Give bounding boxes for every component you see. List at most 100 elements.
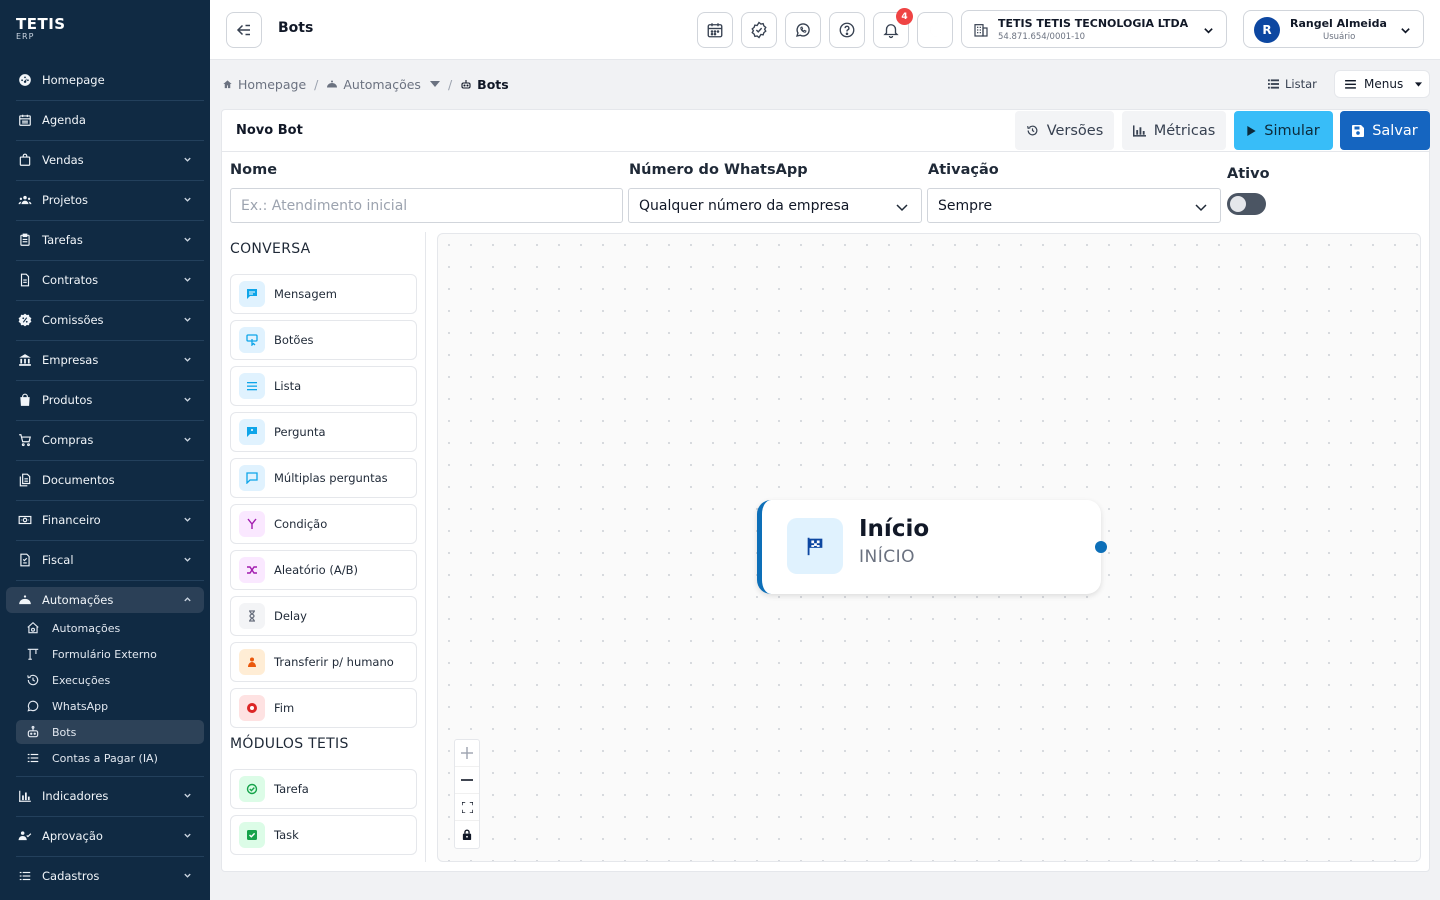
chart-icon	[18, 789, 32, 803]
help-button[interactable]	[829, 12, 865, 48]
files-icon	[18, 473, 32, 487]
active-toggle[interactable]	[1227, 193, 1266, 215]
chevron-down-icon	[184, 197, 191, 202]
name-input[interactable]: Ex.: Atendimento inicial	[230, 188, 623, 223]
chevron-down-icon	[184, 517, 191, 522]
list-icon	[239, 373, 265, 399]
versions-button[interactable]: Versões	[1015, 111, 1114, 150]
sidebar-divider	[16, 500, 204, 501]
metrics-label: Métricas	[1153, 122, 1216, 139]
approvals-button[interactable]	[741, 12, 777, 48]
bank-icon	[18, 353, 32, 367]
collapse-sidebar-button[interactable]	[226, 12, 262, 48]
sidebar-item-comissoes[interactable]: Comissões	[6, 307, 204, 333]
simulate-button[interactable]: Simular	[1234, 111, 1333, 150]
caret-down-icon	[1415, 81, 1423, 87]
lock-button[interactable]	[455, 821, 479, 848]
robot-icon	[18, 593, 32, 607]
sidebar-item-label: Homepage	[42, 73, 105, 87]
palette-item-aleatorio-a-b[interactable]: Aleatório (A/B)	[230, 550, 417, 590]
save-label: Salvar	[1372, 122, 1418, 139]
palette-item-transferir-p-humano[interactable]: Transferir p/ humano	[230, 642, 417, 682]
page-footer-strip	[210, 890, 1440, 900]
sidebar-item-documentos[interactable]: Documentos	[6, 467, 204, 493]
sidebar-item-compras[interactable]: Compras	[6, 427, 204, 453]
sidebar-item-homepage[interactable]: Homepage	[6, 67, 204, 93]
sidebar-item-tarefas[interactable]: Tarefas	[6, 227, 204, 253]
breadcrumb-home[interactable]: Homepage	[222, 77, 306, 92]
sidebar-item-automacoes[interactable]: Automações	[6, 587, 204, 613]
sidebar-item-financeiro[interactable]: Financeiro	[6, 507, 204, 533]
node-subtitle: INÍCIO	[859, 547, 916, 567]
metrics-button[interactable]: Métricas	[1122, 111, 1226, 150]
breadcrumb-separator: /	[314, 76, 319, 92]
sidebar-item-aprovacao[interactable]: Aprovação	[6, 823, 204, 849]
chevron-down-icon	[1195, 204, 1207, 212]
sidebar-subitem-execucoes[interactable]: Execuções	[16, 668, 204, 692]
sidebar-item-empresas[interactable]: Empresas	[6, 347, 204, 373]
breadcrumb-separator: /	[447, 76, 453, 92]
listar-button[interactable]: Listar	[1262, 72, 1326, 96]
form-icon	[26, 647, 40, 661]
sidebar-item-label: Fiscal	[42, 553, 74, 567]
users-icon	[18, 193, 32, 207]
theme-toggle-button[interactable]	[917, 12, 953, 48]
palette-item-pergunta[interactable]: Pergunta	[230, 412, 417, 452]
zoom-out-button[interactable]	[455, 767, 479, 794]
activation-select[interactable]: Sempre	[927, 188, 1221, 223]
company-selector[interactable]: TETIS TETIS TECNOLOGIA LTDA 54.871.654/0…	[961, 10, 1227, 48]
sidebar-item-fiscal[interactable]: Fiscal	[6, 547, 204, 573]
palette-item-task[interactable]: Task	[230, 815, 417, 855]
card-header: Novo Bot Versões Métricas Simular Salvar	[222, 110, 1430, 152]
sidebar-item-projetos[interactable]: Projetos	[6, 187, 204, 213]
sidebar-item-agenda[interactable]: Agenda	[6, 107, 204, 133]
user-menu[interactable]: R Rangel Almeida Usuário	[1243, 10, 1424, 48]
bar-chart-icon	[1132, 124, 1146, 137]
node-output-handle[interactable]	[1095, 541, 1107, 553]
breadcrumb-current: Bots	[460, 77, 509, 92]
chevron-down-icon	[1401, 28, 1410, 34]
sidebar-item-produtos[interactable]: Produtos	[6, 387, 204, 413]
palette-item-botoes[interactable]: Botões	[230, 320, 417, 360]
box-icon	[18, 393, 32, 407]
whatsapp-number-select[interactable]: Qualquer número da empresa	[628, 188, 922, 223]
sidebar-item-cadastros[interactable]: Cadastros	[6, 863, 204, 889]
palette-item-delay[interactable]: Delay	[230, 596, 417, 636]
palette-item-mensagem[interactable]: Mensagem	[230, 274, 417, 314]
save-button[interactable]: Salvar	[1340, 111, 1430, 150]
sidebar-item-indicadores[interactable]: Indicadores	[6, 783, 204, 809]
brand-logo[interactable]: TETIS ERP	[0, 0, 210, 60]
calendar-icon	[707, 23, 723, 38]
sidebar-subitem-contas-a-pagar-ia[interactable]: Contas a Pagar (IA)	[16, 746, 204, 770]
sidebar-subitem-formulario-externo[interactable]: Formulário Externo	[16, 642, 204, 666]
breadcrumb-automacoes[interactable]: Automações	[326, 77, 440, 92]
flow-canvas[interactable]: Início INÍCIO	[437, 233, 1421, 862]
palette-item-condicao[interactable]: Condição	[230, 504, 417, 544]
start-node[interactable]: Início INÍCIO	[757, 500, 1107, 594]
palette-item-lista[interactable]: Lista	[230, 366, 417, 406]
sidebar-divider	[16, 776, 204, 777]
user-role: Usuário	[1323, 32, 1356, 42]
simulate-label: Simular	[1264, 122, 1320, 139]
whatsapp-button[interactable]	[785, 12, 821, 48]
palette-item-fim[interactable]: Fim	[230, 688, 417, 728]
sidebar-subitem-whatsapp[interactable]: WhatsApp	[16, 694, 204, 718]
zoom-in-button[interactable]	[455, 740, 479, 767]
chevron-down-icon	[184, 277, 191, 282]
palette-item-tarefa[interactable]: Tarefa	[230, 769, 417, 809]
calendar-button[interactable]	[697, 12, 733, 48]
sidebar-item-contratos[interactable]: Contratos	[6, 267, 204, 293]
sidebar-subitem-label: WhatsApp	[52, 699, 109, 713]
check-square-icon	[239, 822, 265, 848]
sidebar-subitem-automacoes[interactable]: Automações	[16, 616, 204, 640]
sidebar-item-vendas[interactable]: Vendas	[6, 147, 204, 173]
sidebar-subitem-bots[interactable]: Bots	[16, 720, 204, 744]
menus-button[interactable]: Menus	[1334, 70, 1430, 98]
person-icon	[239, 649, 265, 675]
notifications-button[interactable]: 4	[873, 8, 913, 48]
sidebar-item-label: Financeiro	[42, 513, 101, 527]
fit-view-button[interactable]	[455, 794, 479, 821]
palette-section-modulos: MÓDULOS TETIS	[230, 736, 349, 752]
card-title: Novo Bot	[236, 123, 303, 138]
palette-item-multiplas-perguntas[interactable]: Múltiplas perguntas	[230, 458, 417, 498]
